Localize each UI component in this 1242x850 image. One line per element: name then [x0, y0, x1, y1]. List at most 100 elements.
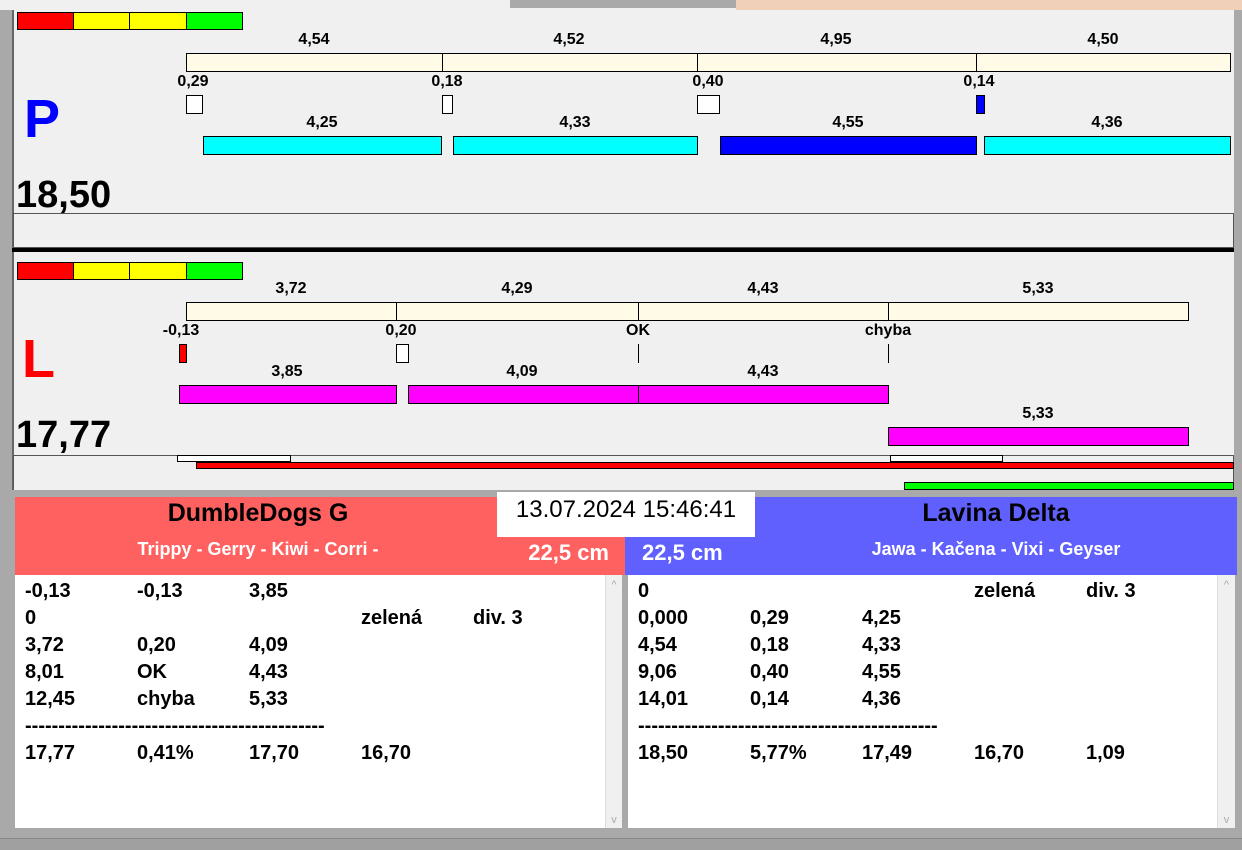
- p-light-indicator: [17, 12, 243, 30]
- p-run-label: 4,33: [559, 114, 591, 131]
- result-cell: 8,01: [25, 661, 64, 683]
- result-cell: 0,18: [750, 634, 789, 656]
- datetime-display: 13.07.2024 15:46:41: [497, 492, 755, 537]
- l-segment-label: 4,29: [501, 280, 533, 297]
- result-cell: 4,33: [862, 634, 901, 656]
- tab-strip-gap: [510, 0, 736, 8]
- tab-strip-accent: [736, 0, 1242, 10]
- p-run-bar: [984, 136, 1231, 155]
- light-green: [186, 12, 243, 30]
- p-reaction-box: [697, 95, 720, 114]
- left-team-height: 22,5 cm: [528, 540, 609, 565]
- result-cell: ----------------------------------------…: [25, 715, 325, 737]
- result-cell: 4,54: [638, 634, 677, 656]
- p-total-time: 18,50: [16, 174, 112, 216]
- scroll-down-icon[interactable]: v: [606, 814, 622, 826]
- l-reaction-box: [396, 344, 409, 363]
- result-cell: OK: [137, 661, 167, 683]
- result-cell: 17,77: [25, 742, 76, 764]
- result-cell: div. 3: [1086, 580, 1136, 602]
- p-segment-label: 4,52: [553, 31, 585, 48]
- result-cell: -0,13: [25, 580, 71, 602]
- l-run-label: 5,33: [1022, 405, 1054, 422]
- p-reaction-label: 0,29: [177, 73, 209, 90]
- light-red: [17, 12, 74, 30]
- result-cell: 12,45: [25, 688, 76, 710]
- p-progress-bar: [904, 482, 1234, 490]
- result-cell: 0: [25, 607, 37, 629]
- l-run-bar: [408, 385, 639, 404]
- l-segment-bar: [186, 302, 1189, 321]
- l-light-indicator: [17, 262, 243, 280]
- l-segment-label: 3,72: [275, 280, 307, 297]
- result-cell: -0,13: [137, 580, 183, 602]
- p-progress-track: [13, 213, 1234, 248]
- left-results-list[interactable]: -0,13 -0,13 3,85 0 zelená div. 3 3,72 0,20 4,09 8…: [15, 575, 605, 828]
- result-cell: zelená: [974, 580, 1036, 602]
- l-reaction-box: [179, 344, 187, 363]
- result-cell: 9,06: [638, 661, 677, 683]
- light-yellow: [73, 262, 130, 280]
- result-cell: 17,70: [249, 742, 300, 764]
- status-bar: [0, 838, 1242, 850]
- p-lane-letter: P: [24, 89, 61, 149]
- l-run-bar: [179, 385, 397, 404]
- p-reaction-box: [976, 95, 985, 114]
- result-cell: 14,01: [638, 688, 689, 710]
- result-cell: 16,70: [974, 742, 1025, 764]
- result-cell: ----------------------------------------…: [638, 715, 938, 737]
- result-cell: 0,20: [137, 634, 176, 656]
- result-cell: 3,85: [249, 580, 288, 602]
- result-cell: chyba: [137, 688, 195, 710]
- l-reaction-label: chyba: [864, 322, 912, 339]
- l-reaction-tick: [888, 344, 889, 363]
- l-total-time: 17,77: [16, 414, 112, 456]
- l-run-label: 3,85: [271, 363, 303, 380]
- result-cell: 4,43: [249, 661, 288, 683]
- right-team-name: Lavina Delta: [922, 499, 1070, 527]
- p-reaction-box: [442, 95, 453, 114]
- tab-strip: [0, 0, 1242, 10]
- result-cell: 17,49: [862, 742, 913, 764]
- l-reaction-label: -0,13: [162, 322, 200, 339]
- result-cell: 16,70: [361, 742, 412, 764]
- p-reaction-label: 0,18: [431, 73, 463, 90]
- l-progress-bar: [196, 462, 1234, 469]
- p-reaction-label: 0,40: [692, 73, 724, 90]
- left-team-name: DumbleDogs G: [167, 499, 349, 527]
- result-cell: 4,09: [249, 634, 288, 656]
- l-segment-label: 4,43: [747, 280, 779, 297]
- p-segment-bar: [186, 53, 1231, 72]
- result-cell: 4,36: [862, 688, 901, 710]
- scroll-down-icon[interactable]: v: [1218, 814, 1235, 826]
- p-run-bar: [203, 136, 442, 155]
- scroll-up-icon[interactable]: ^: [1218, 579, 1235, 591]
- result-cell: 5,33: [249, 688, 288, 710]
- light-yellow: [73, 12, 130, 30]
- p-segment-label: 4,54: [298, 31, 330, 48]
- result-cell: 4,55: [862, 661, 901, 683]
- scroll-up-icon[interactable]: ^: [606, 579, 622, 591]
- right-results-list[interactable]: 0 zelená div. 3 0,000 0,29 4,25 4,54 0,18 4,33 9,…: [628, 575, 1217, 828]
- l-run-bar: [888, 427, 1189, 446]
- p-segment-label: 4,50: [1087, 31, 1119, 48]
- result-cell: 3,72: [25, 634, 64, 656]
- right-list-scrollbar[interactable]: ^ v: [1217, 575, 1235, 828]
- result-cell: 0,29: [750, 607, 789, 629]
- l-reaction-tick: [638, 344, 639, 363]
- l-reaction-label: 0,20: [385, 322, 417, 339]
- result-cell: 18,50: [638, 742, 689, 764]
- l-reaction-label: OK: [626, 322, 650, 339]
- left-list-scrollbar[interactable]: ^ v: [605, 575, 622, 828]
- p-run-label: 4,25: [306, 114, 338, 131]
- l-run-bar: [638, 385, 889, 404]
- p-reaction-box: [186, 95, 203, 114]
- result-cell: 0: [638, 580, 650, 602]
- l-lane-letter: L: [22, 329, 55, 389]
- result-cell: zelená: [361, 607, 423, 629]
- result-cell: 0,000: [638, 607, 689, 629]
- right-team-dogs: Jawa - Kačena - Vixi - Geyser: [871, 539, 1121, 559]
- result-cell: 4,25: [862, 607, 901, 629]
- result-cell: 5,77%: [750, 742, 807, 764]
- light-green: [186, 262, 243, 280]
